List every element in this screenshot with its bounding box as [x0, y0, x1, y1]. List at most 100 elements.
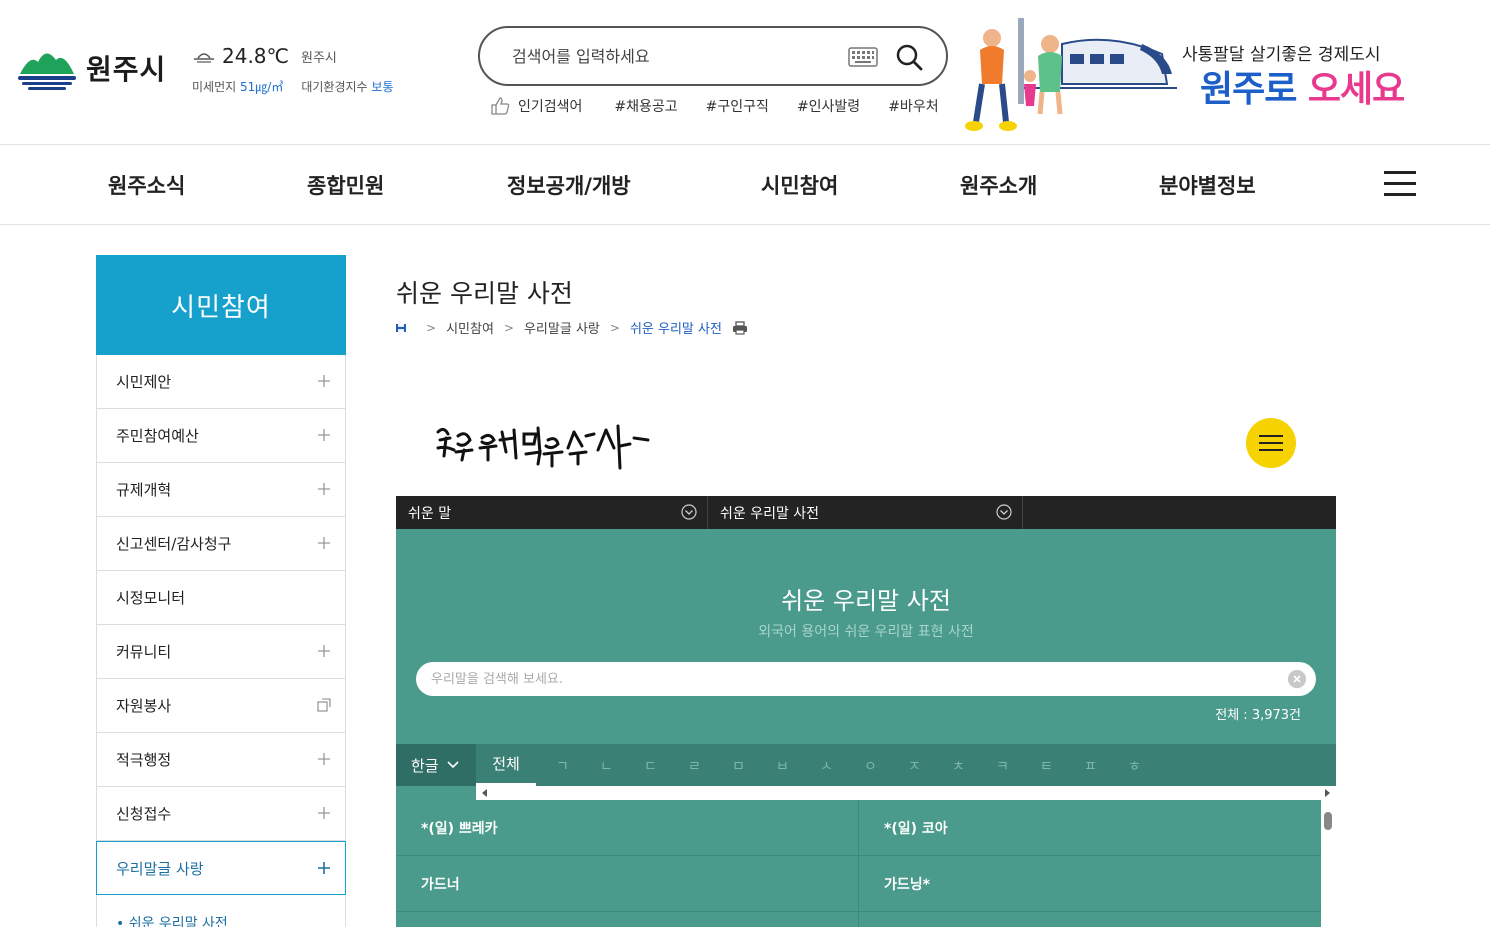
thumbs-up-icon: [491, 97, 510, 115]
plus-icon: [318, 753, 330, 765]
side-nav-item[interactable]: 시정모니터: [96, 571, 346, 625]
consonant-tab[interactable]: ㅁ: [732, 756, 745, 776]
word-item[interactable]: 가드너: [396, 856, 858, 912]
side-nav-sub-item[interactable]: • 쉬운 우리말 사전: [96, 895, 346, 927]
dictionary-search-box: [416, 662, 1316, 696]
fine-dust-info: 미세먼지 51㎍/㎥: [192, 80, 284, 94]
popular-keyword-link[interactable]: #채용공고: [614, 96, 677, 116]
all-menu-hamburger-icon[interactable]: [1384, 171, 1416, 199]
banner-slogan: 원주로 오세요: [1200, 69, 1405, 110]
plus-icon: [318, 862, 330, 874]
side-nav-item-active[interactable]: 우리말글 사랑: [96, 841, 346, 895]
menu-line: [1259, 442, 1283, 444]
breadcrumb-separator: >: [609, 320, 620, 335]
search-icon[interactable]: [894, 42, 924, 72]
popular-keyword-link[interactable]: #구인구직: [706, 96, 769, 116]
vertical-scrollbar[interactable]: [1321, 800, 1336, 927]
side-nav-item[interactable]: 주민참여예산: [96, 409, 346, 463]
word-list: *(일) 쁘레카 *(일) 코아 가드너 가드닝*: [396, 800, 1321, 927]
temperature: 24.8℃: [222, 44, 289, 68]
site-header: 원주시 24.8℃ 원주시 미세먼지 51㎍/㎥ 대기환경지수 보통 검색어를 …: [0, 0, 1490, 145]
side-nav-item[interactable]: 시민제안: [96, 355, 346, 409]
consonant-tab[interactable]: ㅋ: [996, 756, 1009, 776]
total-count: 전체 : 3,973건: [1215, 708, 1301, 723]
menu-line: [1259, 435, 1283, 437]
popular-keyword-link[interactable]: #바우처: [888, 96, 938, 116]
main-navigation: 원주소식 종합민원 정보공개/개방 시민참여 원주소개 분야별정보: [0, 145, 1490, 225]
word-item[interactable]: *(일) 코아: [859, 800, 1321, 856]
breadcrumb-separator: >: [503, 320, 514, 335]
scroll-left-arrow-icon[interactable]: [482, 789, 487, 797]
plus-icon: [318, 537, 330, 549]
consonant-tab[interactable]: ㅂ: [776, 756, 789, 776]
breadcrumb-item[interactable]: 시민참여: [446, 318, 494, 337]
word-item[interactable]: *(일) 쁘레카: [396, 800, 858, 856]
plus-icon: [318, 429, 330, 441]
gnb-item-citizen-participation[interactable]: 시민참여: [761, 170, 838, 200]
consonant-tab[interactable]: ㄹ: [688, 756, 701, 776]
scroll-right-arrow-icon[interactable]: [1325, 789, 1330, 797]
consonant-tab[interactable]: ㅍ: [1084, 756, 1097, 776]
easy-korean-calligraphy-logo: [436, 424, 650, 470]
page-title: 쉬운 우리말 사전: [396, 279, 573, 308]
plus-icon: [318, 645, 330, 657]
site-search-input[interactable]: [512, 44, 832, 68]
side-nav-item[interactable]: 규제개혁: [96, 463, 346, 517]
consonant-tab[interactable]: ㅈ: [908, 756, 921, 776]
dictionary-panel: 쉬운 우리말 사전 외국어 용어의 쉬운 우리말 표현 사전 전체 : 3,97…: [396, 529, 1336, 927]
menu-line: [1259, 449, 1283, 451]
subcategory-dropdown[interactable]: 쉬운 우리말 사전: [708, 496, 1023, 529]
side-nav-item[interactable]: 적극행정: [96, 733, 346, 787]
clear-search-icon[interactable]: [1288, 670, 1306, 688]
gnb-item-about[interactable]: 원주소개: [960, 170, 1037, 200]
language-select[interactable]: 한글: [396, 744, 476, 786]
gnb-item-field-info[interactable]: 분야별정보: [1159, 170, 1256, 200]
dictionary-search-input[interactable]: [431, 669, 1271, 689]
consonant-tab[interactable]: ㄷ: [644, 756, 657, 776]
site-search-box: [478, 26, 948, 86]
breadcrumb-separator: >: [426, 320, 437, 335]
consonant-tab[interactable]: ㄴ: [600, 756, 613, 776]
consonant-tab[interactable]: ㅌ: [1040, 756, 1053, 776]
popular-keywords: 인기검색어 #채용공고 #구인구직 #인사발령 #바우처: [490, 96, 967, 116]
side-nav-item[interactable]: 신고센터/감사청구: [96, 517, 346, 571]
gnb-item-news[interactable]: 원주소식: [108, 170, 185, 200]
plus-icon: [318, 483, 330, 495]
logo-mountain-icon: [18, 53, 76, 90]
plus-icon: [318, 375, 330, 387]
side-nav-item[interactable]: 커뮤니티: [96, 625, 346, 679]
scrollbar-thumb[interactable]: [1324, 812, 1332, 830]
breadcrumb-current: 쉬운 우리말 사전: [629, 322, 722, 337]
air-quality-info: 대기환경지수 보통: [301, 80, 394, 94]
consonant-tab[interactable]: ㅊ: [952, 756, 965, 776]
new-window-icon: [317, 698, 331, 712]
side-nav-item[interactable]: 신청접수: [96, 787, 346, 841]
side-navigation: 시민참여 시민제안 주민참여예산 규제개혁 신고센터/감사청구 시정모니터 커뮤…: [96, 255, 346, 927]
consonant-tab-all[interactable]: 전체: [476, 744, 536, 786]
popular-keywords-label: 인기검색어: [518, 99, 583, 115]
gnb-item-civil-service[interactable]: 종합민원: [307, 170, 384, 200]
site-logo[interactable]: 원주시: [16, 44, 166, 92]
popular-keyword-link[interactable]: #인사발령: [797, 96, 860, 116]
side-nav-title: 시민참여: [96, 255, 346, 355]
print-icon[interactable]: [732, 320, 748, 335]
horizontal-scrollbar[interactable]: [476, 786, 1336, 800]
side-nav-item[interactable]: 자원봉사: [96, 679, 346, 733]
haze-weather-icon: [194, 53, 214, 63]
virtual-keyboard-icon[interactable]: [848, 47, 878, 67]
breadcrumb-item[interactable]: 우리말글 사랑: [524, 318, 600, 337]
home-icon[interactable]: [396, 323, 406, 333]
breadcrumb: > 시민참여 > 우리말글 사랑 > 쉬운 우리말 사전: [396, 318, 748, 337]
logo-text: 원주시: [86, 53, 167, 86]
consonant-tab[interactable]: ㅇ: [864, 756, 877, 776]
weather-region: 원주시: [301, 50, 337, 66]
category-dropdown[interactable]: 쉬운 말: [396, 496, 708, 529]
gnb-item-info-disclosure[interactable]: 정보공개/개방: [507, 170, 631, 200]
dictionary-menu-button[interactable]: [1246, 418, 1296, 468]
chevron-down-circle-icon: [681, 504, 697, 520]
chevron-down-icon: [447, 761, 459, 769]
word-item[interactable]: 가드닝*: [859, 856, 1321, 912]
consonant-tab[interactable]: ㅅ: [820, 756, 833, 776]
consonant-tab[interactable]: ㅎ: [1128, 756, 1141, 776]
consonant-tab[interactable]: ㄱ: [556, 756, 569, 776]
